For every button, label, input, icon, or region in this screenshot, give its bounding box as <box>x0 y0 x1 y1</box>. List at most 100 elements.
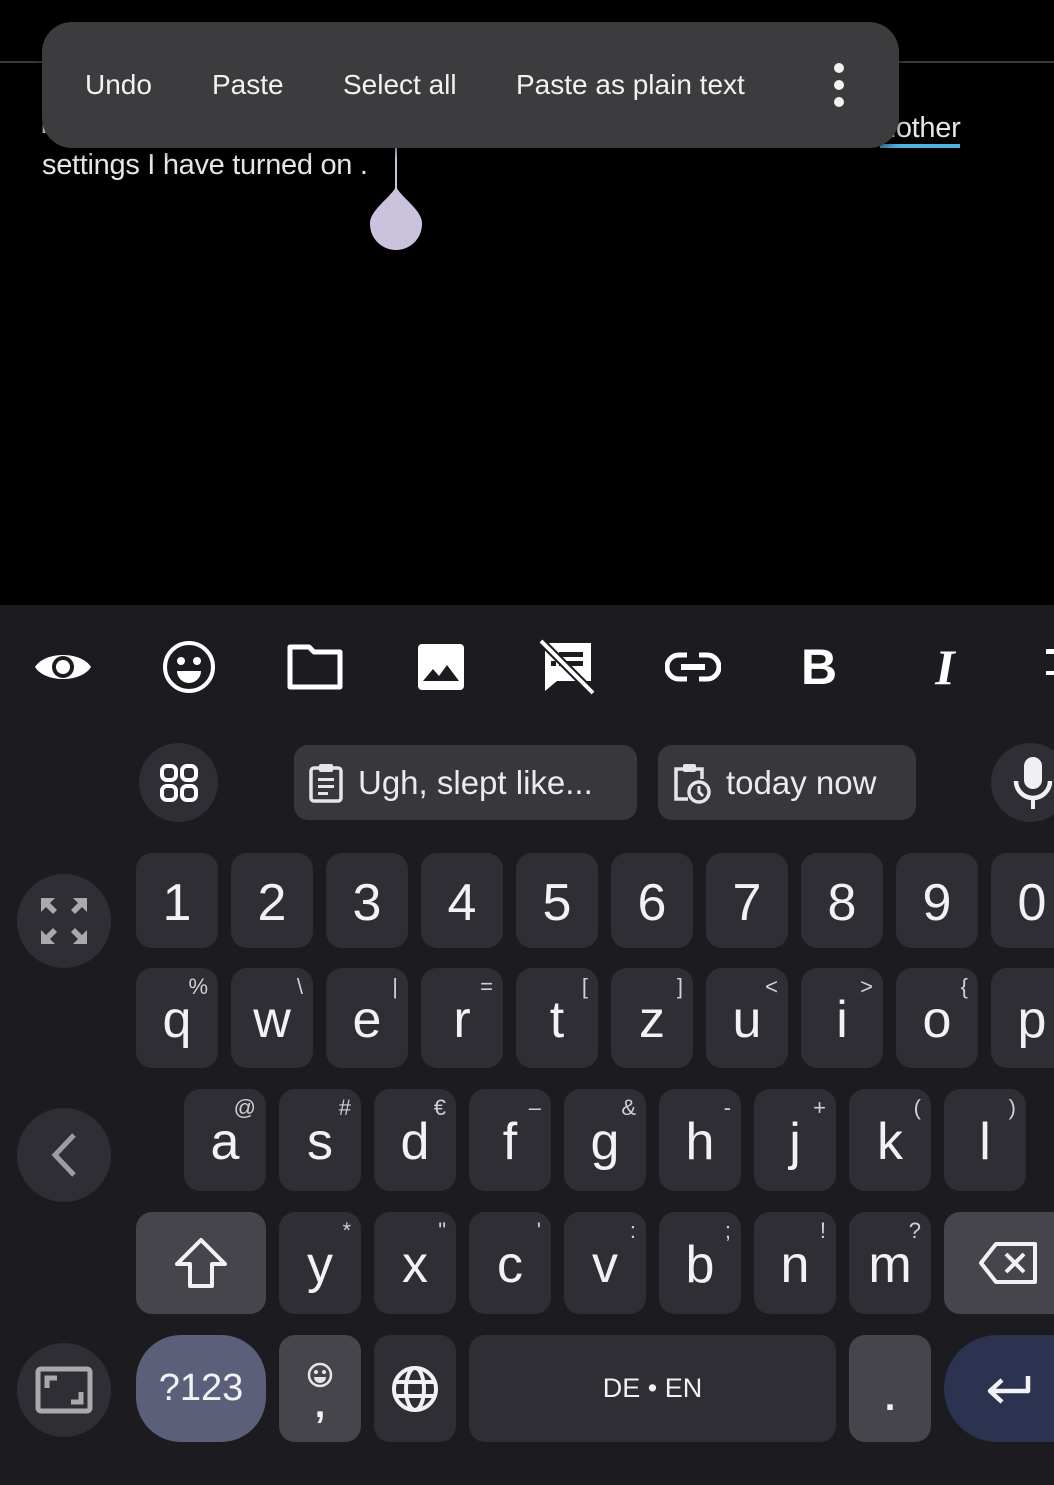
globe-icon <box>392 1365 438 1412</box>
expand-keyboard-button[interactable] <box>17 874 111 968</box>
comments-disabled-icon[interactable] <box>535 635 599 699</box>
strikethrough-icon[interactable] <box>1044 649 1054 679</box>
letter-key-b[interactable]: b; <box>659 1212 741 1314</box>
resize-keyboard-button[interactable] <box>17 1343 111 1437</box>
letter-key-z[interactable]: z] <box>611 968 693 1068</box>
apps-grid-button[interactable] <box>139 743 218 822</box>
key-label: o <box>922 991 952 1049</box>
key-label: l <box>979 1113 991 1171</box>
bold-icon[interactable]: B <box>787 635 851 699</box>
letter-key-p[interactable]: p} <box>991 968 1054 1068</box>
link-icon[interactable] <box>661 635 725 699</box>
key-label: e <box>352 991 382 1049</box>
menu-item-paste[interactable]: Paste <box>212 22 284 148</box>
mic-icon <box>1013 756 1053 809</box>
clipboard-clock-icon <box>674 763 711 804</box>
letter-key-f[interactable]: f – <box>469 1089 551 1191</box>
backspace-key[interactable] <box>944 1212 1054 1314</box>
shift-arrow-icon <box>175 1238 227 1288</box>
key-label: a <box>210 1113 240 1171</box>
letter-key-g[interactable]: g & <box>564 1089 646 1191</box>
number-key-5[interactable]: 5 <box>516 853 598 948</box>
letter-key-v[interactable]: v: <box>564 1212 646 1314</box>
menu-item-select-all[interactable]: Select all <box>343 22 457 148</box>
number-key-2[interactable]: 2 <box>231 853 313 948</box>
key-label: 2 <box>257 873 287 932</box>
key-hint: - <box>723 1095 731 1120</box>
key-hint: \ <box>296 974 303 999</box>
space-bar[interactable]: DE • EN <box>469 1335 836 1442</box>
number-key-1[interactable]: 1 <box>136 853 218 948</box>
folder-icon[interactable] <box>283 635 347 699</box>
number-key-7[interactable]: 7 <box>706 853 788 948</box>
resize-frame-icon <box>35 1366 93 1414</box>
number-key-9[interactable]: 9 <box>896 853 978 948</box>
letter-key-o[interactable]: o{ <box>896 968 978 1068</box>
letter-key-n[interactable]: n! <box>754 1212 836 1314</box>
key-label: b <box>685 1236 715 1294</box>
fullscreen-arrows-icon <box>41 898 87 944</box>
key-hint: ) <box>1008 1095 1016 1120</box>
scheduled-suggestion-chip[interactable]: today now <box>658 745 916 820</box>
key-label: w <box>253 991 291 1049</box>
letter-key-t[interactable]: t[ <box>516 968 598 1068</box>
key-hint: % <box>188 974 208 999</box>
letter-key-q[interactable]: q% <box>136 968 218 1068</box>
letter-key-k[interactable]: k( <box>849 1089 931 1191</box>
cursor-handle[interactable] <box>369 186 423 250</box>
key-hint: + <box>813 1095 826 1120</box>
number-key-4[interactable]: 4 <box>421 853 503 948</box>
image-icon[interactable] <box>409 635 473 699</box>
number-key-6[interactable]: 6 <box>611 853 693 948</box>
eye-icon[interactable] <box>31 635 95 699</box>
shift-key[interactable] <box>136 1212 266 1314</box>
key-hint: | <box>392 974 398 999</box>
key-hint: = <box>480 974 493 999</box>
editor-line-2[interactable]: settings I have turned on . <box>42 149 368 182</box>
key-label: k <box>877 1113 903 1171</box>
emoji-icon[interactable] <box>157 635 221 699</box>
period-key[interactable]: . <box>849 1335 931 1442</box>
letter-key-d[interactable]: d € <box>374 1089 456 1191</box>
key-hint: [ <box>581 974 588 999</box>
key-label: t <box>549 991 565 1049</box>
number-key-8[interactable]: 8 <box>801 853 883 948</box>
letter-key-y[interactable]: y * <box>279 1212 361 1314</box>
key-label: h <box>685 1113 715 1171</box>
number-key-0[interactable]: 0 <box>991 853 1054 948</box>
letter-key-c[interactable]: c ' <box>469 1212 551 1314</box>
key-label: c <box>497 1236 523 1294</box>
key-hint: < <box>765 974 778 999</box>
cursor-left-button[interactable] <box>17 1108 111 1202</box>
enter-key[interactable] <box>944 1335 1054 1442</box>
period-label: . <box>884 1377 896 1419</box>
backspace-icon <box>979 1242 1037 1284</box>
language-switch-key[interactable] <box>374 1335 456 1442</box>
letter-key-x[interactable]: x " <box>374 1212 456 1314</box>
key-label: f <box>502 1113 518 1171</box>
menu-item-undo[interactable]: Undo <box>85 22 152 148</box>
key-label: v <box>592 1236 618 1294</box>
letter-key-h[interactable]: h- <box>659 1089 741 1191</box>
key-hint: ! <box>819 1218 826 1243</box>
key-label: y <box>307 1236 333 1294</box>
comma-emoji-key[interactable]: , <box>279 1335 361 1442</box>
comma-label: , <box>314 1383 326 1426</box>
letter-key-u[interactable]: u < <box>706 968 788 1068</box>
number-key-3[interactable]: 3 <box>326 853 408 948</box>
letter-key-l[interactable]: l) <box>944 1089 1026 1191</box>
letter-key-m[interactable]: m? <box>849 1212 931 1314</box>
letter-key-j[interactable]: j + <box>754 1089 836 1191</box>
italic-icon[interactable]: I <box>913 635 977 699</box>
more-vert-icon[interactable] <box>822 62 856 108</box>
clipboard-suggestion-chip[interactable]: Ugh, slept like... <box>294 745 637 820</box>
symbols-key[interactable]: ?123 <box>136 1335 266 1442</box>
letter-key-r[interactable]: r = <box>421 968 503 1068</box>
key-label: 0 <box>1017 873 1047 932</box>
letter-key-w[interactable]: w \ <box>231 968 313 1068</box>
letter-key-i[interactable]: i > <box>801 968 883 1068</box>
letter-key-s[interactable]: s # <box>279 1089 361 1191</box>
menu-item-paste-as-plain-text[interactable]: Paste as plain text <box>516 22 745 148</box>
letter-key-e[interactable]: e | <box>326 968 408 1068</box>
letter-key-a[interactable]: a @ <box>184 1089 266 1191</box>
